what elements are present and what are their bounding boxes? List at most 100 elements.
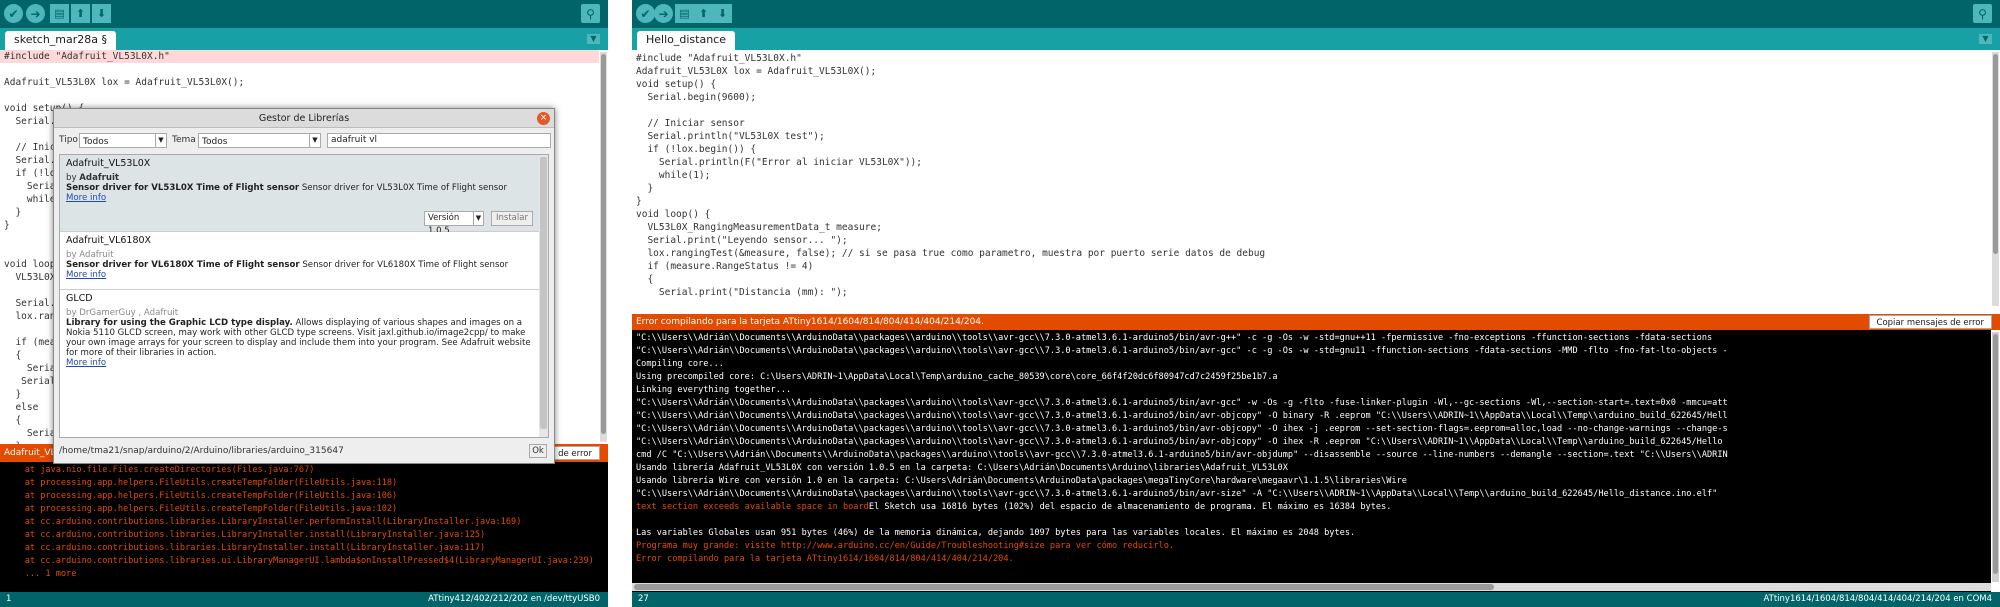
code-line: #include "Adafruit_VL53L0X.h": [0, 50, 599, 63]
console-text: "C:\\Users\\Adrián\\Documents\\ArduinoDa…: [636, 398, 1728, 408]
code-line: Serial.print("Distancia (mm): ");: [636, 287, 848, 298]
code-line: Adafruit_VL53L0X lox = Adafruit_VL53L0X(…: [636, 66, 877, 77]
library-author: Adafruit: [79, 250, 114, 260]
console-line: "C:\\Users\\Adrián\\Documents\\ArduinoDa…: [632, 436, 1991, 449]
list-item[interactable]: Adafruit_VL6180X by Adafruit Sensor driv…: [60, 232, 539, 290]
status-bar: 27 ATtiny1614/1604/814/804/414/404/214/2…: [632, 592, 2000, 607]
console-line: Las variables Globales usan 951 bytes (4…: [632, 527, 1991, 540]
console-line: "C:\\Users\\Adrián\\Documents\\ArduinoDa…: [632, 397, 1991, 410]
code-line: Serial.println(F("Error al iniciar VL53L…: [636, 157, 922, 168]
toolbar: ✔ ➔ ▤ ⬆ ⬇ ⚲: [632, 0, 2000, 28]
ok-button[interactable]: Ok: [529, 444, 547, 458]
library-desc: Sensor driver for VL6180X Time of Flight…: [299, 260, 509, 270]
open-icon[interactable]: ⬆: [694, 4, 713, 23]
code-line: }: [636, 196, 642, 207]
code-line: if (!lox.begin()) {: [636, 144, 757, 155]
editor-scrollbar[interactable]: [1992, 52, 1999, 306]
editor-scrollbar[interactable]: [600, 52, 607, 442]
console-line: Linking everything together...: [632, 384, 1991, 397]
console-line: text section exceeds available space in …: [632, 501, 1991, 514]
console-scrollbar[interactable]: [1992, 332, 1999, 582]
left-ide-window: ✔ ➔ ▤ ⬆ ⬇ ⚲ sketch_mar28a § ▼ #include "…: [0, 0, 608, 607]
console-line: at cc.arduino.contributions.libraries.Li…: [4, 517, 522, 527]
console-text: "C:\\Users\\Adrián\\Documents\\ArduinoDa…: [636, 411, 1728, 421]
tab-menu-icon[interactable]: ▼: [1979, 34, 1992, 44]
verify-icon[interactable]: ✔: [636, 4, 655, 23]
console-hscrollbar[interactable]: [632, 583, 1991, 591]
library-desc: Sensor driver for VL53L0X Time of Flight…: [299, 183, 508, 193]
tab-menu-icon[interactable]: ▼: [587, 34, 600, 44]
code-line: {: [636, 274, 654, 285]
board-port: ATtiny412/402/212/202 en /dev/ttyUSB0: [428, 594, 600, 604]
console-line: cmd /C "C:\\Users\\Adrián\\Documents\\Ar…: [632, 449, 1991, 462]
code-line: void setup() {: [636, 79, 717, 90]
tipo-select[interactable]: Todos ▼: [79, 133, 167, 148]
library-name: GLCD: [66, 293, 93, 304]
version-select[interactable]: Versión 1.0.5 ▼: [424, 211, 484, 236]
message-bar: Error compilando para la tarjeta ATtiny1…: [632, 314, 2000, 330]
more-info-link[interactable]: More info: [66, 193, 533, 203]
more-info-link[interactable]: More info: [66, 270, 533, 280]
console-line: "C:\\Users\\Adrián\\Documents\\ArduinoDa…: [632, 488, 1991, 501]
console-line: "C:\\Users\\Adrián\\Documents\\ArduinoDa…: [632, 410, 1991, 423]
serial-monitor-icon[interactable]: ⚲: [581, 4, 600, 23]
library-list: Adafruit_VL53L0X by Adafruit Sensor driv…: [59, 154, 549, 438]
library-desc-bold: Library for using the Graphic LCD type d…: [66, 318, 293, 328]
console-output: "C:\\Users\\Adrián\\Documents\\ArduinoDa…: [632, 330, 1991, 592]
chevron-down-icon: ▼: [473, 212, 483, 225]
verify-icon[interactable]: ✔: [4, 4, 23, 23]
library-author: DrGamerGuy , Adafruit: [79, 308, 179, 318]
line-number: 27: [638, 594, 649, 604]
code-line: #include "Adafruit_VL53L0X.h": [636, 53, 802, 64]
upload-icon[interactable]: ➔: [654, 4, 673, 23]
library-desc-bold: Sensor driver for VL53L0X Time of Flight…: [66, 183, 300, 193]
save-icon[interactable]: ⬇: [713, 4, 732, 23]
copy-errors-button[interactable]: Copiar mensajes de error: [1868, 315, 1992, 329]
tab-sketch[interactable]: sketch_mar28a §: [5, 31, 117, 50]
console-line: at java.nio.file.Files.createDirectories…: [4, 465, 315, 475]
console-line: Usando librería Adafruit_VL53L0X con ver…: [632, 462, 1991, 475]
code-line: Serial.println("VL53L0X test");: [636, 131, 825, 142]
install-button[interactable]: Instalar: [491, 211, 533, 226]
console-line: "C:\\Users\\Adrián\\Documents\\ArduinoDa…: [632, 332, 1991, 345]
list-item[interactable]: Adafruit_VL53L0X by Adafruit Sensor driv…: [60, 155, 539, 236]
console-line: Error compilando para la tarjeta ATtiny1…: [632, 553, 1991, 566]
serial-monitor-icon[interactable]: ⚲: [1973, 4, 1992, 23]
library-author: Adafruit: [79, 173, 120, 183]
console-text: Usando librería Adafruit_VL53L0X con ver…: [636, 463, 1288, 473]
open-icon[interactable]: ⬆: [71, 4, 90, 23]
tema-select[interactable]: Todos ▼: [198, 133, 321, 148]
code-line: void loop() {: [636, 209, 711, 220]
dialog-footer: /home/tma21/snap/arduino/2/Arduino/libra…: [59, 442, 549, 460]
more-info-link[interactable]: More info: [66, 358, 533, 368]
chevron-down-icon: ▼: [155, 134, 166, 147]
new-icon[interactable]: ▤: [50, 4, 69, 23]
save-icon[interactable]: ⬇: [92, 4, 111, 23]
console-text: Usando librería Wire con versión 1.0 en …: [636, 476, 1407, 486]
tab-bar: Hello_distance ▼: [632, 28, 2000, 50]
code-line: VL53L0X_RangingMeasurementData_t measure…: [636, 222, 882, 233]
code-line: Serial.print("Leyendo sensor... ");: [636, 235, 848, 246]
tab-bar: sketch_mar28a § ▼: [0, 28, 608, 50]
list-item[interactable]: GLCD by DrGamerGuy , Adafruit Library fo…: [60, 290, 539, 368]
console-error-text: text section exceeds available space in …: [636, 502, 869, 512]
console-text: "C:\\Users\\Adrián\\Documents\\ArduinoDa…: [636, 489, 1718, 499]
tipo-label: Tipo: [59, 135, 78, 145]
tab-hello-distance[interactable]: Hello_distance: [637, 31, 735, 50]
new-icon[interactable]: ▤: [675, 4, 694, 23]
close-icon[interactable]: ×: [537, 112, 550, 125]
code-editor[interactable]: #include "Adafruit_VL53L0X.h" Adafruit_VL…: [632, 50, 1991, 308]
code-line: }: [636, 183, 654, 194]
console-error-text: Programa muy grande: visite http://www.a…: [636, 541, 1175, 551]
filter-row: Tipo Todos ▼ Tema Todos ▼ adafruit vl: [59, 133, 551, 149]
console-line: at cc.arduino.contributions.libraries.Li…: [4, 543, 486, 553]
console-line: "C:\\Users\\Adrián\\Documents\\ArduinoDa…: [632, 423, 1991, 436]
console-line: at processing.app.helpers.FileUtils.crea…: [4, 504, 398, 514]
search-input[interactable]: adafruit vl: [327, 133, 551, 148]
status-bar: 1 ATtiny412/402/212/202 en /dev/ttyUSB0: [0, 592, 608, 607]
list-scrollbar[interactable]: [539, 155, 548, 437]
console-line: Programa muy grande: visite http://www.a…: [632, 540, 1991, 553]
upload-icon[interactable]: ➔: [26, 4, 45, 23]
